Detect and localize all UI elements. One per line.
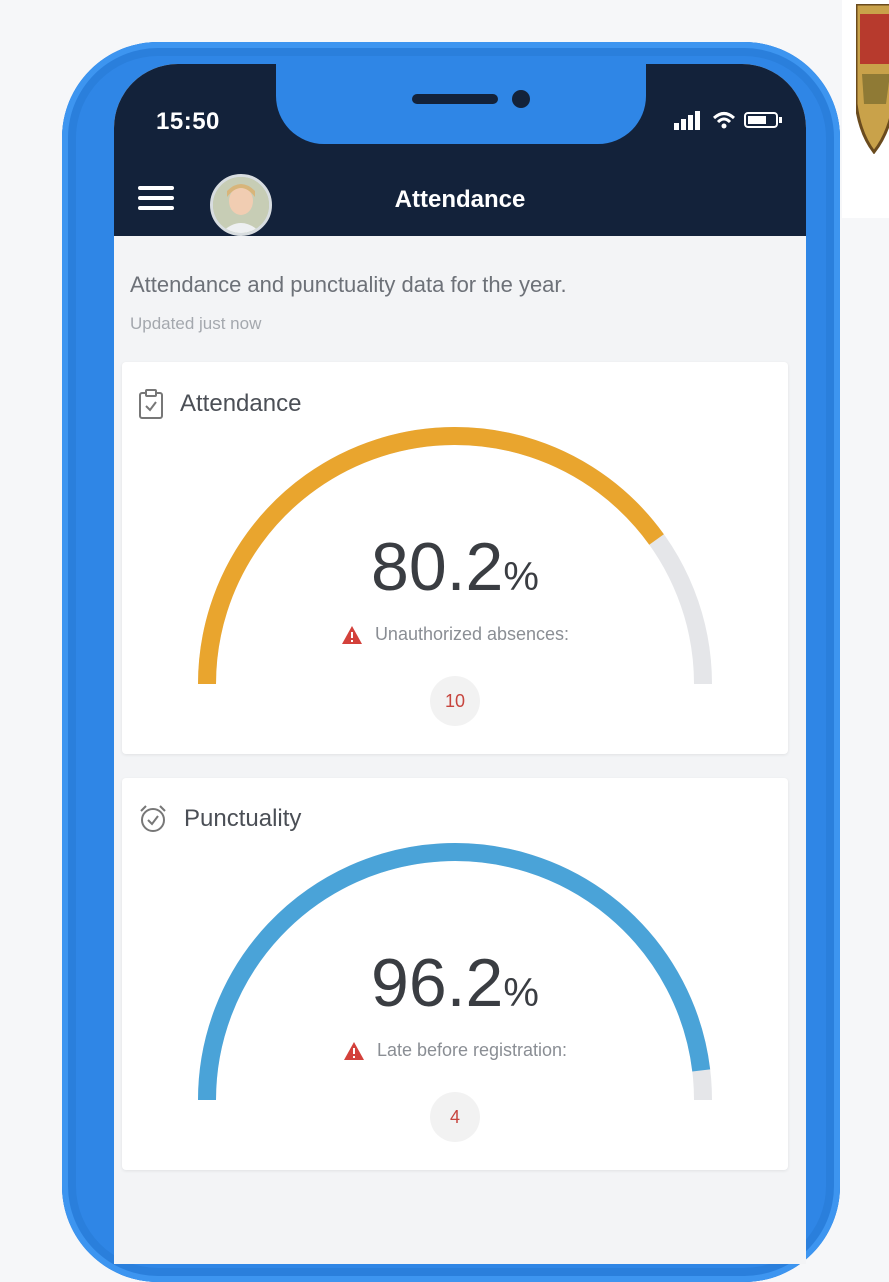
- attendance-card[interactable]: Attendance 80.2% Unauthorized absences: …: [122, 362, 788, 754]
- wifi-icon: [712, 112, 736, 129]
- attendance-value: 80.2: [371, 529, 504, 605]
- school-crest: [842, 0, 889, 218]
- punctuality-card-title: Punctuality: [184, 805, 302, 832]
- attendance-card-title: Attendance: [180, 390, 302, 417]
- punctuality-card-header: Punctuality: [138, 804, 301, 834]
- intro-text: Attendance and punctuality data for the …: [130, 272, 567, 297]
- attendance-card-header: Attendance: [138, 388, 301, 420]
- signal-icon: [674, 111, 700, 130]
- app-screen: 15:50 Attendance Attendance and punctual…: [114, 64, 806, 1264]
- punctuality-percentage: 96.2%: [122, 944, 788, 1022]
- attendance-percentage: 80.2%: [122, 528, 788, 606]
- punctuality-warning-label: Late before registration:: [376, 1040, 568, 1060]
- clipboard-check-icon: [139, 389, 163, 419]
- attendance-warning-label: Unauthorized absences:: [374, 624, 570, 644]
- warning-icon: [341, 625, 362, 644]
- phone-notch: [276, 64, 646, 144]
- punctuality-card[interactable]: Punctuality 96.2% Late before registrati…: [122, 778, 788, 1170]
- front-camera: [512, 90, 530, 108]
- punctuality-warning: Late before registration:: [122, 1040, 788, 1061]
- page-title: Attendance: [394, 186, 526, 213]
- battery-icon: [744, 112, 782, 128]
- crest-logo-icon: [856, 4, 889, 154]
- status-icons: [674, 110, 784, 130]
- status-time: 15:50: [156, 108, 220, 135]
- late-registrations-count: 4: [430, 1092, 480, 1142]
- punctuality-value: 96.2: [371, 945, 504, 1021]
- speaker-grille: [412, 94, 498, 104]
- punctuality-unit: %: [503, 971, 539, 1015]
- unauthorized-absences-count: 10: [430, 676, 480, 726]
- warning-icon: [343, 1041, 364, 1060]
- updated-text: Updated just now: [130, 314, 262, 333]
- attendance-warning: Unauthorized absences:: [122, 624, 788, 645]
- app-header: 15:50 Attendance: [114, 64, 806, 236]
- alarm-clock-icon: [140, 805, 166, 832]
- attendance-unit: %: [503, 555, 539, 599]
